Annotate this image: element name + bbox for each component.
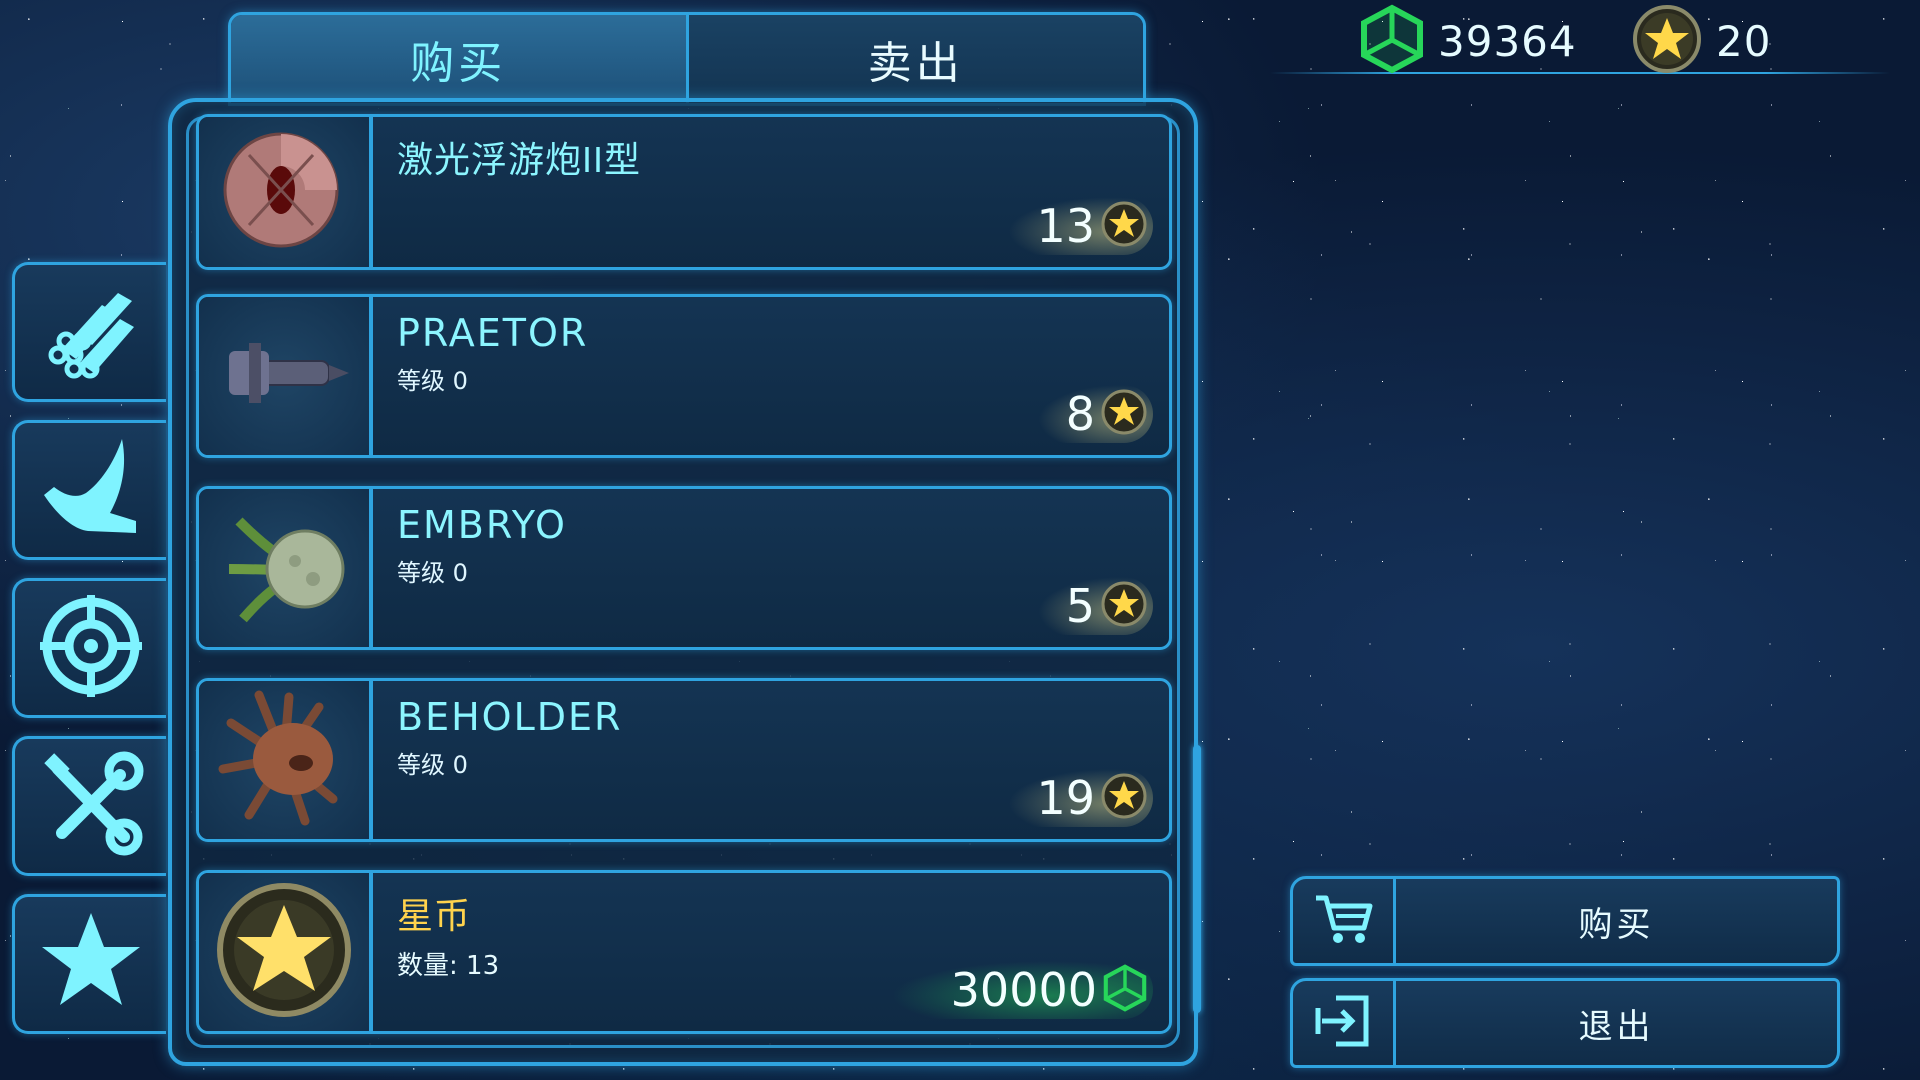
item-price-value: 5	[1065, 579, 1095, 633]
item-level: 等级 0	[397, 559, 468, 587]
tubes-icon	[36, 275, 146, 389]
item-name: PRAETOR	[397, 311, 589, 355]
item-name: 激光浮游炮II型	[397, 139, 642, 180]
item-price: 19	[1008, 769, 1153, 827]
item-price: 13	[1008, 197, 1153, 255]
list-item[interactable]: EMBRYO 等级 0 5	[196, 486, 1172, 650]
star-coin-icon	[1101, 581, 1147, 631]
claw-icon	[36, 433, 146, 547]
embryo-creature-icon	[209, 491, 359, 645]
item-name: 星币	[397, 895, 472, 936]
tab-buy[interactable]: 购买	[231, 15, 686, 103]
shop-tabs: 购买 卖出	[228, 12, 1146, 106]
category-target-button[interactable]	[12, 578, 166, 718]
item-thumbnail	[199, 117, 373, 267]
exit-button-label: 退出	[1578, 1006, 1655, 1047]
list-item[interactable]: PRAETOR 等级 0 8	[196, 294, 1172, 458]
cart-icon-box	[1293, 879, 1396, 963]
star-icon	[36, 907, 146, 1021]
target-icon	[36, 591, 146, 705]
green-cube-icon	[1360, 4, 1424, 78]
item-quantity: 数量: 13	[397, 951, 500, 981]
exit-button[interactable]: 退出	[1290, 978, 1840, 1068]
green-cube-icon	[1103, 964, 1147, 1016]
laser-drone-icon	[209, 115, 359, 269]
item-thumbnail	[199, 873, 373, 1031]
item-name: BEHOLDER	[397, 695, 623, 739]
list-item[interactable]: 星币 数量: 13 30000	[196, 870, 1172, 1034]
item-list: 激光浮游炮II型 13 PRAETOR 等级 0 8 EMBRYO 等级 0 5…	[196, 114, 1172, 1062]
item-name: EMBRYO	[397, 503, 567, 547]
praetor-ship-icon	[209, 299, 359, 453]
category-star-button[interactable]	[12, 894, 166, 1034]
cart-icon	[1312, 888, 1374, 954]
item-price-value: 19	[1036, 771, 1095, 825]
item-price: 5	[1037, 577, 1153, 635]
exit-icon-box	[1293, 981, 1396, 1065]
category-tools-button[interactable]	[12, 736, 166, 876]
list-item[interactable]: BEHOLDER 等级 0 19	[196, 678, 1172, 842]
item-price-value: 13	[1036, 199, 1095, 253]
item-level: 等级 0	[397, 367, 468, 395]
star-coin-icon	[1632, 4, 1702, 78]
list-scrollbar[interactable]	[1193, 745, 1201, 1013]
tab-sell[interactable]: 卖出	[685, 15, 1143, 103]
buy-button-label: 购买	[1578, 904, 1655, 945]
beholder-creature-icon	[209, 683, 359, 837]
item-price: 8	[1037, 385, 1153, 443]
buy-button[interactable]: 购买	[1290, 876, 1840, 966]
tools-icon	[36, 749, 146, 863]
item-price-value: 30000	[950, 963, 1097, 1017]
category-tubes-button[interactable]	[12, 262, 166, 402]
exit-icon	[1312, 990, 1374, 1056]
star-coin-icon	[209, 875, 359, 1029]
star-coin-icon	[1101, 201, 1147, 251]
cube-amount: 39364	[1438, 16, 1577, 66]
item-price-value: 8	[1065, 387, 1095, 441]
item-price: 30000	[890, 961, 1153, 1019]
star-currency: 20	[1632, 4, 1772, 78]
star-amount: 20	[1716, 16, 1772, 66]
category-sidebar	[12, 262, 168, 1052]
star-coin-icon	[1101, 389, 1147, 439]
item-thumbnail	[199, 489, 373, 647]
category-claw-button[interactable]	[12, 420, 166, 560]
item-thumbnail	[199, 681, 373, 839]
list-item[interactable]: 激光浮游炮II型 13	[196, 114, 1172, 270]
item-thumbnail	[199, 297, 373, 455]
cube-currency: 39364	[1360, 4, 1577, 78]
star-coin-icon	[1101, 773, 1147, 823]
item-level: 等级 0	[397, 751, 468, 779]
